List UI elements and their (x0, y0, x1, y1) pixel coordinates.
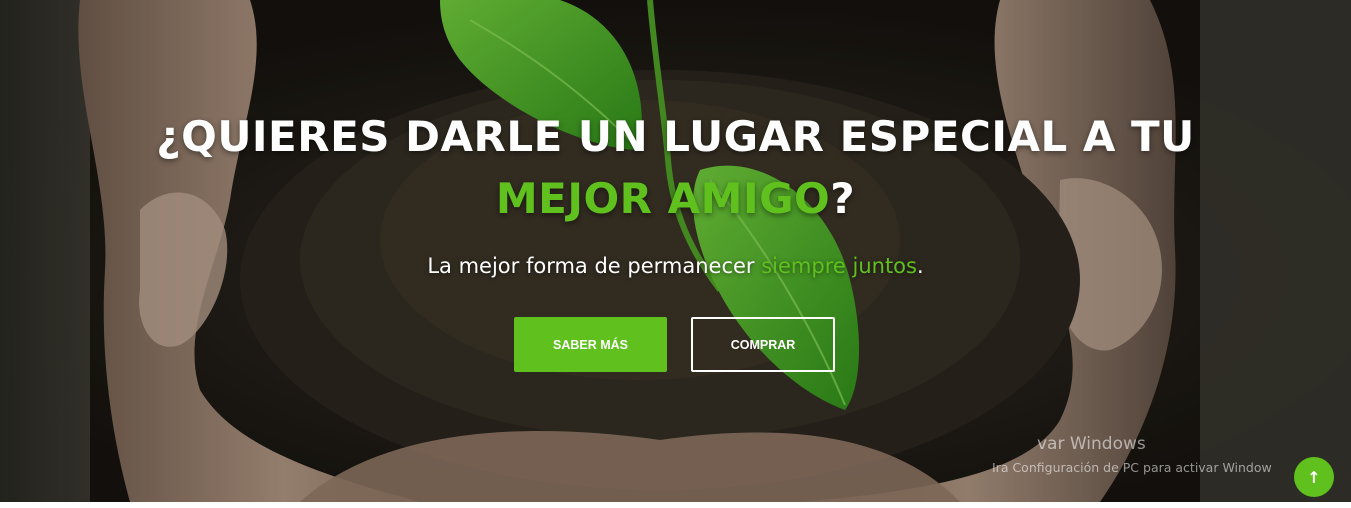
headline-accent: MEJOR AMIGO (495, 174, 831, 223)
subtitle-end: . (916, 254, 924, 278)
arrow-up-icon: ↑ (1307, 467, 1321, 487)
headline-end: ? (830, 174, 856, 223)
windows-activation-subtitle: Ira Configuración de PC para activar Win… (992, 460, 1272, 475)
hero-overlay (0, 0, 1351, 502)
subtitle-accent: siempre juntos (761, 254, 917, 278)
saber-mas-button[interactable]: SABER MÁS (514, 317, 667, 372)
scroll-to-top-button[interactable]: ↑ (1294, 457, 1334, 497)
headline-line-1: ¿QUIERES DARLE UN LUGAR ESPECIAL A TU (156, 112, 1195, 161)
subtitle-start: La mejor forma de permanecer (427, 254, 762, 278)
hero-section: ¿QUIERES DARLE UN LUGAR ESPECIAL A TU ME… (0, 0, 1351, 502)
hero-subtitle: La mejor forma de permanecer siempre jun… (0, 252, 1351, 280)
windows-activation-title: var Windows (1037, 434, 1146, 454)
comprar-button[interactable]: COMPRAR (691, 317, 835, 372)
hero-headline: ¿QUIERES DARLE UN LUGAR ESPECIAL A TU ME… (0, 106, 1351, 230)
